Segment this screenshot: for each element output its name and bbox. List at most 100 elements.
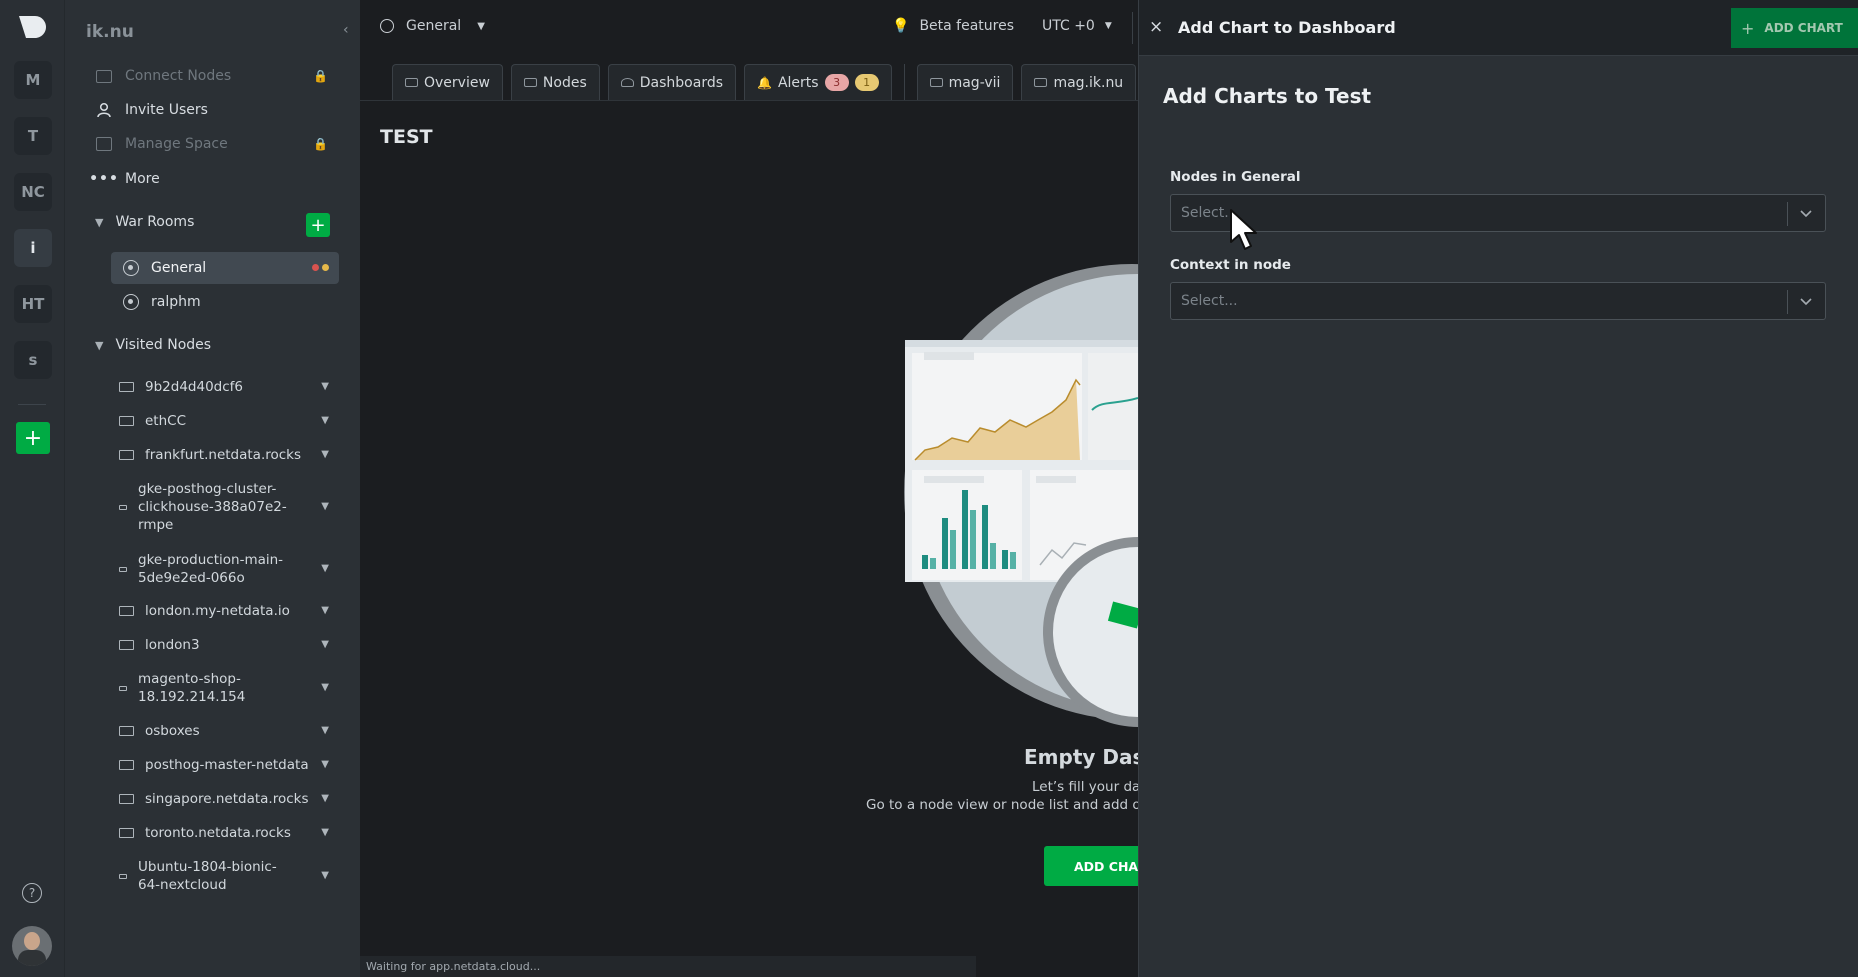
chevron-down-icon[interactable]: ▼ — [321, 790, 329, 808]
help-icon[interactable]: ? — [22, 883, 42, 903]
node-item[interactable]: osboxes ▼ — [119, 722, 355, 740]
beta-features-button[interactable]: 💡 Beta features — [892, 18, 1014, 34]
space-initial: T — [27, 127, 39, 145]
bell-icon: 🔔 — [757, 75, 772, 90]
user-icon — [95, 102, 113, 118]
room-alert-dots — [312, 264, 329, 271]
space-button-ht[interactable]: HT — [14, 285, 52, 323]
invite-users-item[interactable]: Invite Users — [95, 98, 208, 122]
server-icon — [95, 68, 113, 84]
add-war-room-button[interactable]: + — [306, 213, 330, 237]
space-button-nc[interactable]: NC — [14, 173, 52, 211]
add-space-button[interactable]: + — [16, 422, 50, 454]
empty-add-chart-button[interactable]: ADD CHART — [1044, 846, 1138, 886]
room-selector[interactable]: General ▼ — [380, 18, 485, 34]
chevron-down-icon[interactable]: ▼ — [321, 602, 329, 620]
room-icon — [123, 260, 139, 276]
node-label: magento-shop-18.192.214.154 — [138, 671, 246, 705]
chevron-down-icon[interactable] — [1797, 204, 1815, 222]
tab-nodes[interactable]: Nodes — [510, 64, 600, 100]
more-item[interactable]: ••• More — [89, 167, 160, 191]
chevron-down-icon[interactable]: ▼ — [321, 824, 329, 842]
connect-nodes-item[interactable]: Connect Nodes — [95, 64, 231, 88]
main-content: General ▼ 💡 Beta features UTC +0 ▼ Overv… — [360, 0, 1138, 977]
space-initial: NC — [21, 183, 45, 201]
chevron-down-icon[interactable]: ▼ — [321, 498, 329, 516]
add-chart-panel: × Add Chart to Dashboard + ADD CHART Add… — [1138, 0, 1858, 977]
tab-node-mag-ik-nu[interactable]: mag.ik.nu — [1021, 64, 1137, 100]
room-icon — [380, 19, 394, 33]
space-button-t[interactable]: T — [14, 117, 52, 155]
chevron-down-icon[interactable]: ▼ — [321, 636, 329, 654]
timezone-selector[interactable]: UTC +0 ▼ — [1042, 18, 1112, 34]
tab-overview[interactable]: Overview — [392, 64, 503, 100]
tab-label: Overview — [424, 74, 490, 91]
node-label: gke-posthog-cluster-clickhouse-388a07e2-… — [138, 481, 287, 533]
chevron-down-icon[interactable] — [1797, 292, 1815, 310]
tab-dashboards[interactable]: Dashboards — [607, 64, 737, 100]
tab-separator — [903, 64, 905, 100]
netdata-logo-icon[interactable] — [17, 14, 47, 40]
lightbulb-icon: 💡 — [892, 18, 910, 34]
chevron-down-icon[interactable]: ▼ — [321, 867, 329, 885]
close-icon[interactable]: × — [1149, 17, 1163, 37]
button-label: ADD CHART — [1074, 858, 1138, 874]
chevron-down-icon[interactable]: ▼ — [321, 560, 329, 578]
plus-icon: + — [1741, 18, 1755, 38]
tab-underline — [360, 100, 1138, 101]
context-select[interactable]: Select... — [1170, 282, 1826, 320]
chevron-down-icon[interactable]: ▼ — [321, 446, 329, 464]
chevron-down-icon: ▼ — [95, 215, 104, 229]
node-item[interactable]: Ubuntu-1804-bionic-64-nextcloud ▼ — [119, 858, 329, 894]
nodes-select[interactable]: Select... — [1170, 194, 1826, 232]
node-item[interactable]: frankfurt.netdata.rocks ▼ — [119, 446, 355, 464]
chevron-down-icon[interactable]: ▼ — [321, 412, 329, 430]
node-item[interactable]: toronto.netdata.rocks ▼ — [119, 824, 355, 842]
lock-icon: 🔒 — [313, 69, 328, 83]
room-icon — [123, 294, 139, 310]
node-item[interactable]: singapore.netdata.rocks ▼ — [119, 790, 355, 808]
space-button-m[interactable]: M — [14, 61, 52, 99]
add-chart-button[interactable]: + ADD CHART — [1731, 8, 1858, 48]
node-item[interactable]: gke-production-main-5de9e2ed-066o ▼ — [119, 551, 329, 587]
user-avatar[interactable] — [12, 926, 52, 966]
beta-features-label: Beta features — [919, 18, 1015, 34]
node-icon — [119, 382, 134, 392]
panel-header: × Add Chart to Dashboard + ADD CHART — [1139, 0, 1858, 56]
space-button-s[interactable]: s — [14, 341, 52, 379]
rail-divider — [18, 404, 46, 405]
room-item-ralphm[interactable]: ralphm — [111, 286, 339, 318]
node-item[interactable]: ethCC ▼ — [119, 412, 355, 430]
chevron-down-icon: ▼ — [1104, 21, 1112, 31]
node-item[interactable]: london3 ▼ — [119, 636, 355, 654]
war-rooms-section[interactable]: ▼ War Rooms — [95, 214, 194, 230]
button-label: ADD CHART — [1764, 21, 1843, 35]
room-item-general[interactable]: General — [111, 252, 339, 284]
nodes-icon — [523, 78, 537, 87]
node-icon — [119, 685, 127, 691]
visited-nodes-section[interactable]: ▼ Visited Nodes — [95, 337, 211, 353]
menu-label: More — [125, 171, 160, 187]
chevron-down-icon[interactable]: ▼ — [321, 756, 329, 774]
manage-space-item[interactable]: Manage Space — [95, 132, 228, 156]
node-item[interactable]: 9b2d4d40dcf6 ▼ — [119, 378, 355, 396]
status-bar: Waiting for app.netdata.cloud... — [360, 956, 976, 977]
sidebar: ik.nu ‹ Connect Nodes 🔒 Invite Users Man… — [64, 0, 360, 977]
warning-alerts-badge: 1 — [854, 74, 879, 91]
space-button-i[interactable]: i — [14, 229, 52, 267]
node-item[interactable]: posthog-master-netdata ▼ — [119, 756, 355, 774]
tab-alerts[interactable]: 🔔 Alerts 3 1 — [744, 64, 892, 100]
chevron-down-icon[interactable]: ▼ — [321, 378, 329, 396]
plus-icon: + — [23, 425, 43, 451]
chevron-down-icon[interactable]: ▼ — [321, 679, 329, 697]
chevron-down-icon[interactable]: ▼ — [321, 722, 329, 740]
node-item[interactable]: magento-shop-18.192.214.154 ▼ — [119, 670, 329, 706]
node-label: toronto.netdata.rocks — [145, 825, 291, 841]
node-label: london3 — [145, 637, 200, 653]
tab-label: Nodes — [542, 74, 587, 91]
space-initial: M — [25, 71, 41, 89]
collapse-sidebar-icon[interactable]: ‹ — [343, 22, 349, 38]
node-item[interactable]: london.my-netdata.io ▼ — [119, 602, 355, 620]
node-item[interactable]: gke-posthog-cluster-clickhouse-388a07e2-… — [119, 480, 329, 534]
tab-node-mag-vii[interactable]: mag-vii — [916, 64, 1014, 100]
